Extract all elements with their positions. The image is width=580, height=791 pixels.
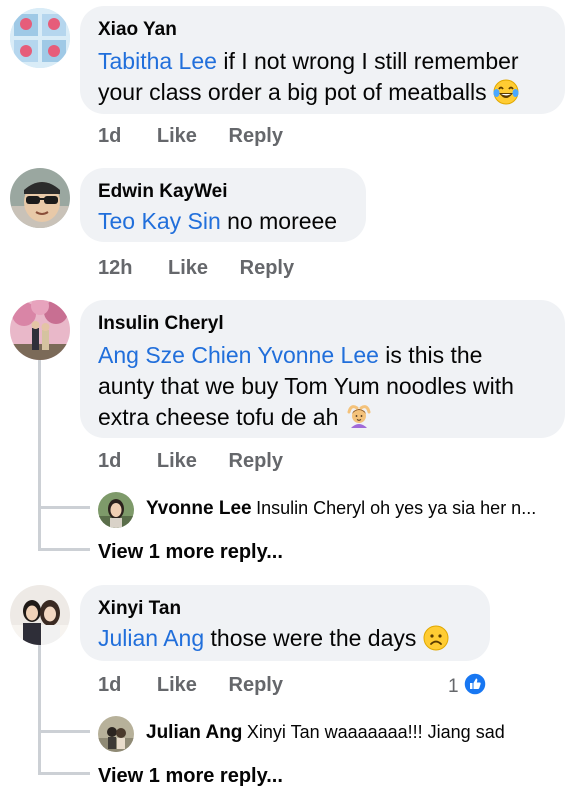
comment-timestamp[interactable]: 1d bbox=[98, 450, 121, 472]
reply-button[interactable]: Reply bbox=[240, 257, 294, 279]
comment-actions: 1d Like Reply bbox=[98, 125, 309, 148]
mention-link[interactable]: Teo Kay Sin bbox=[98, 208, 221, 234]
view-more-replies-button[interactable]: View 1 more reply... bbox=[98, 541, 283, 564]
tears-of-joy-emoji bbox=[493, 79, 519, 113]
comment-bubble-xinyi-tan: Xinyi Tan Julian Ang those were the days bbox=[80, 585, 490, 661]
comment-author[interactable]: Xinyi Tan bbox=[98, 597, 472, 621]
comment-author[interactable]: Insulin Cheryl bbox=[98, 312, 547, 336]
reply-thread-branch bbox=[38, 730, 90, 733]
avatar-yvonne-lee[interactable] bbox=[98, 492, 134, 528]
avatar-xinyi-tan[interactable] bbox=[10, 585, 70, 645]
like-reaction-icon bbox=[462, 672, 487, 701]
comment-text: if I not wrong I still remember bbox=[216, 48, 519, 74]
comment-bubble-insulin-cheryl: Insulin Cheryl Ang Sze Chien Yvonne Lee … bbox=[80, 300, 565, 438]
like-button[interactable]: Like bbox=[168, 257, 208, 279]
comment-author[interactable]: Edwin KayWei bbox=[98, 180, 348, 204]
person-gesturing-ok-emoji bbox=[345, 402, 373, 438]
mention-link[interactable]: Julian Ang bbox=[98, 625, 204, 651]
reply-preview[interactable]: Yvonne Lee Insulin Cheryl oh yes ya sia … bbox=[146, 498, 536, 520]
reply-button[interactable]: Reply bbox=[229, 450, 283, 472]
reply-thread-line bbox=[38, 645, 41, 775]
comment-text: is this the bbox=[378, 342, 483, 368]
reply-text: Xinyi Tan waaaaaaa!!! Jiang sad bbox=[246, 722, 505, 742]
comment-text: extra cheese tofu de ah bbox=[98, 404, 339, 430]
comment-actions: 12h Like Reply bbox=[98, 257, 320, 280]
reaction-summary[interactable]: 1 bbox=[448, 672, 487, 701]
like-button[interactable]: Like bbox=[157, 674, 197, 696]
reply-author[interactable]: Yvonne Lee bbox=[146, 498, 252, 519]
avatar-xiao-yan[interactable] bbox=[10, 8, 70, 68]
comment-actions: 1d Like Reply bbox=[98, 674, 309, 697]
avatar-julian-ang[interactable] bbox=[98, 716, 134, 752]
view-more-replies-button[interactable]: View 1 more reply... bbox=[98, 765, 283, 788]
comment-text: aunty that we buy Tom Yum noodles with bbox=[98, 373, 514, 399]
reply-text: Insulin Cheryl oh yes ya sia her n... bbox=[256, 498, 537, 518]
reply-thread-branch bbox=[38, 772, 90, 775]
avatar-edwin-kaywei[interactable] bbox=[10, 168, 70, 228]
comment-bubble-edwin-kaywei: Edwin KayWei Teo Kay Sin no moreee bbox=[80, 168, 366, 242]
avatar-insulin-cheryl[interactable] bbox=[10, 300, 70, 360]
reply-author[interactable]: Julian Ang bbox=[146, 722, 242, 743]
comment-text: no moreee bbox=[220, 208, 338, 234]
reply-thread-line-lower bbox=[38, 508, 41, 550]
comment-timestamp[interactable]: 12h bbox=[98, 257, 132, 279]
reaction-count: 1 bbox=[448, 675, 459, 697]
comment-text: those were the days bbox=[204, 625, 417, 651]
like-button[interactable]: Like bbox=[157, 125, 197, 147]
reply-thread-line bbox=[38, 360, 41, 508]
reply-preview[interactable]: Julian Ang Xinyi Tan waaaaaaa!!! Jiang s… bbox=[146, 722, 505, 744]
comment-bubble-xiao-yan: Xiao Yan Tabitha Lee if I not wrong I st… bbox=[80, 6, 565, 114]
reply-button[interactable]: Reply bbox=[229, 674, 283, 696]
comment-actions: 1d Like Reply bbox=[98, 450, 309, 473]
reply-thread-branch bbox=[38, 548, 90, 551]
reply-thread-branch bbox=[38, 506, 90, 509]
like-button[interactable]: Like bbox=[157, 450, 197, 472]
comment-timestamp[interactable]: 1d bbox=[98, 674, 121, 696]
mention-link[interactable]: Ang Sze Chien Yvonne Lee bbox=[98, 342, 379, 368]
mention-link[interactable]: Tabitha Lee bbox=[98, 48, 217, 74]
comment-timestamp[interactable]: 1d bbox=[98, 125, 121, 147]
reply-button[interactable]: Reply bbox=[229, 125, 283, 147]
frowning-face-emoji bbox=[423, 625, 449, 659]
comment-author[interactable]: Xiao Yan bbox=[98, 18, 547, 42]
comment-text: your class order a big pot of meatballs bbox=[98, 79, 487, 105]
